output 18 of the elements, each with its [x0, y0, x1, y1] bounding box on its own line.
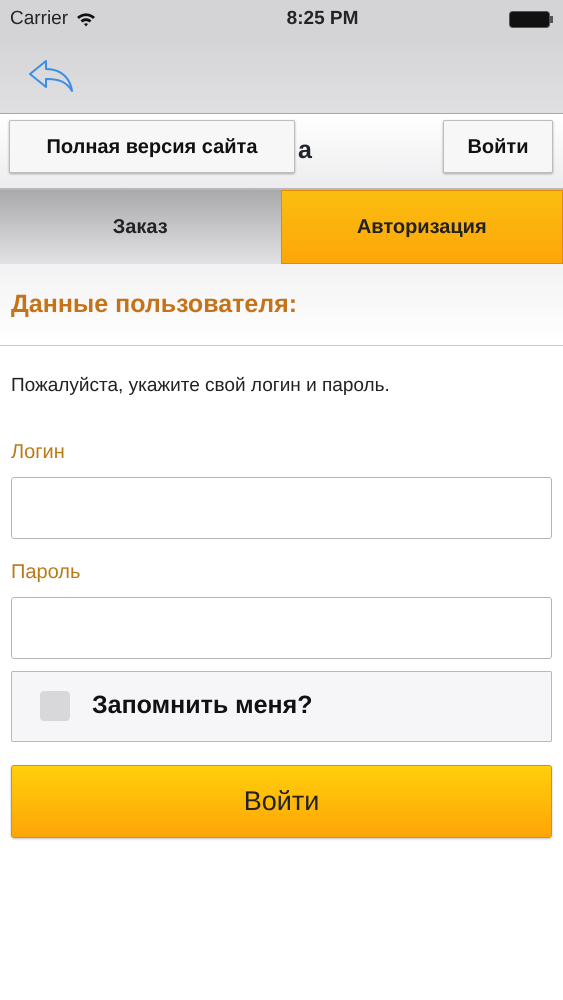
status-time: 8:25 PM: [286, 6, 358, 31]
tab[interactable]: Заказ: [0, 190, 280, 264]
page-title: а: [298, 135, 312, 166]
remember-me-checkbox[interactable]: Запомнить меня?: [11, 670, 552, 742]
tab[interactable]: Авторизация: [280, 190, 563, 264]
input-field[interactable]: [11, 476, 552, 538]
login-submit-button[interactable]: Войти: [11, 764, 552, 838]
back-arrow-icon[interactable]: [28, 58, 74, 92]
login-button[interactable]: Войти: [443, 120, 553, 173]
wifi-icon: [76, 12, 96, 26]
instruction-text: Пожалуйста, укажите свой логин и пароль.: [11, 374, 391, 398]
field-label: Логин: [11, 440, 66, 464]
section-heading: Данные пользователя:: [11, 288, 298, 320]
carrier-label: Carrier: [10, 6, 68, 31]
battery-icon: [509, 10, 553, 28]
input-field[interactable]: [11, 596, 552, 658]
field-label: Пароль: [11, 560, 82, 584]
full-site-button[interactable]: Полная версия сайта: [9, 120, 295, 173]
